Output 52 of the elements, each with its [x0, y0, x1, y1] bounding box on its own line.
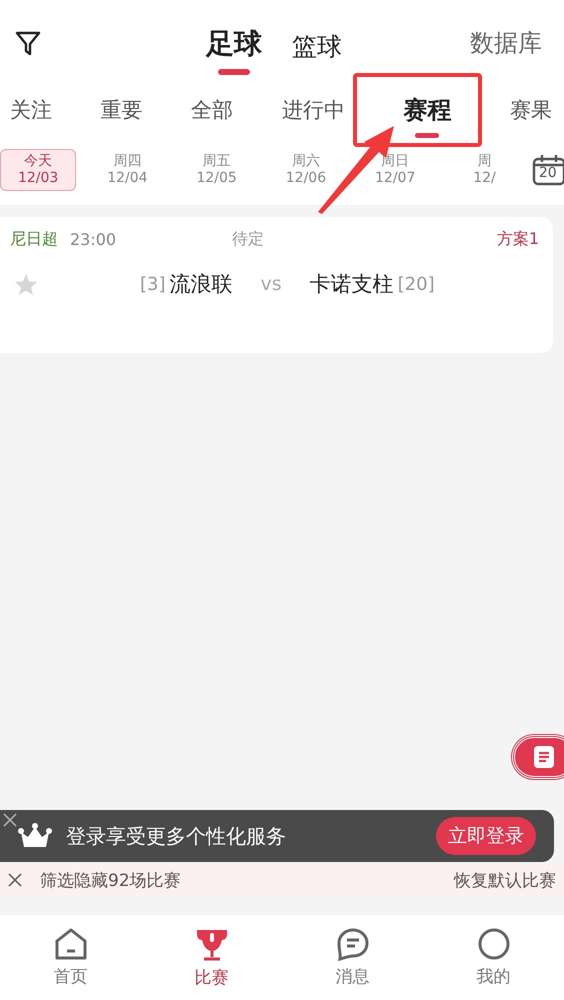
team-rank: [20]: [398, 274, 435, 294]
note-icon: [533, 745, 555, 769]
date-label: 12/: [473, 170, 496, 187]
team-rank: [3]: [140, 274, 166, 294]
vs-label: vs: [260, 273, 282, 295]
league-label: 尼日超: [10, 229, 58, 250]
nav-tab[interactable]: 比赛: [141, 926, 282, 989]
filter-tab[interactable]: 进行中: [278, 96, 349, 124]
filter-tab[interactable]: 赛果: [506, 96, 556, 124]
weekday-label: 周四: [113, 153, 142, 170]
filter-tab[interactable]: 赛程: [399, 94, 456, 138]
weekday-label: 今天: [24, 153, 52, 170]
close-icon[interactable]: [8, 873, 22, 887]
profile-icon: [476, 927, 510, 961]
date-tab[interactable]: 周六 12/06: [268, 149, 344, 191]
crown-icon: [18, 823, 52, 849]
chat-icon: [336, 927, 370, 961]
date-label: 12/07: [375, 170, 416, 187]
match-time: 23:00: [70, 230, 116, 249]
login-button[interactable]: 立即登录: [436, 817, 536, 855]
team-name: 流浪联: [170, 271, 232, 298]
close-icon[interactable]: [2, 812, 18, 828]
date-label: 12/04: [107, 170, 148, 187]
date-label: 12/06: [286, 170, 326, 187]
weekday-label: 周: [477, 153, 492, 170]
plan-link[interactable]: 方案1: [496, 229, 539, 250]
filter-tab[interactable]: 全部: [187, 96, 238, 124]
star-icon[interactable]: [14, 272, 38, 296]
date-tab[interactable]: 今天 12/03: [0, 149, 76, 191]
match-card[interactable]: 尼日超 23:00 待定 方案1 [3] 流浪联 vs 卡诺支柱 [20]: [0, 217, 553, 353]
date-tab[interactable]: 周四 12/04: [89, 149, 166, 191]
weekday-label: 周六: [292, 153, 320, 170]
team-name: 卡诺支柱: [310, 271, 394, 298]
nav-tab[interactable]: 消息: [282, 927, 423, 988]
filter-tab[interactable]: 关注: [6, 96, 56, 124]
restore-link[interactable]: 恢复默认比赛: [454, 868, 556, 892]
match-status: 待定: [232, 229, 264, 250]
nav-tab[interactable]: 我的: [423, 927, 564, 988]
filter-tab[interactable]: 重要: [96, 96, 147, 124]
date-label: 12/03: [18, 170, 58, 187]
nav-tab[interactable]: 首页: [0, 927, 141, 988]
date-label: 12/05: [196, 170, 237, 187]
sport-tab[interactable]: 足球: [206, 24, 262, 74]
sport-tab[interactable]: 篮球: [292, 30, 342, 74]
weekday-label: 周五: [202, 153, 231, 170]
home-icon: [54, 927, 88, 961]
toast-message: 登录享受更多个性化服务: [66, 822, 286, 850]
hidden-matches-note: 筛选隐藏92场比赛: [40, 870, 181, 892]
note-button[interactable]: [512, 735, 564, 779]
database-link[interactable]: 数据库: [470, 26, 542, 58]
date-tab[interactable]: 周五 12/05: [178, 149, 255, 191]
date-tab[interactable]: 周 12/: [446, 149, 523, 191]
